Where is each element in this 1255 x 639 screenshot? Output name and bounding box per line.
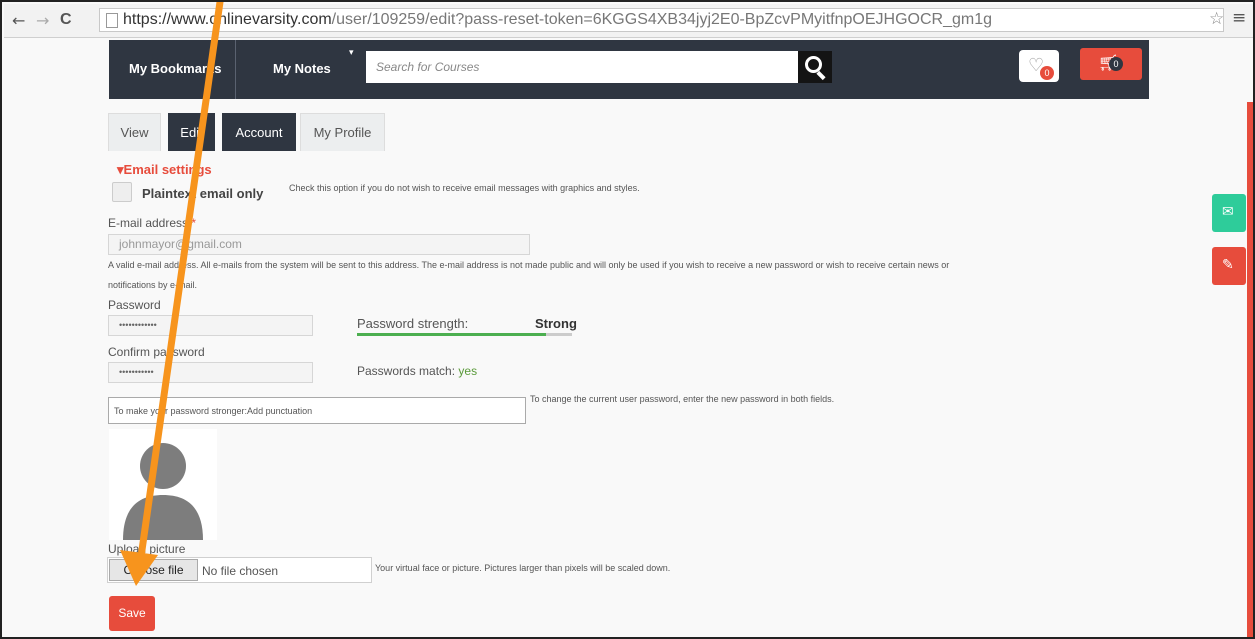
screenshot-frame: ← → C https://www.onlinevarsity.com/user… — [0, 0, 1255, 639]
annotation-arrow — [120, 2, 224, 586]
annotation-arrow-head — [120, 550, 158, 586]
annotation-arrow-shaft — [136, 2, 224, 568]
